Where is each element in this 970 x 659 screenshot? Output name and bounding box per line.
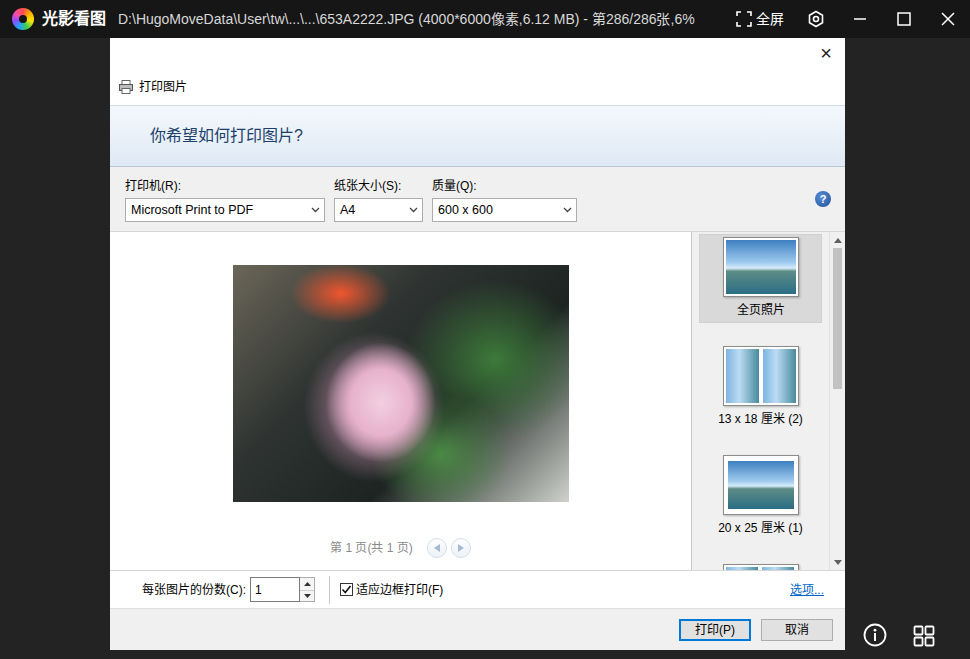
- question-band: 你希望如何打印图片?: [110, 105, 845, 167]
- prev-page-button[interactable]: [427, 538, 447, 558]
- question-text: 你希望如何打印图片?: [150, 124, 303, 148]
- fullscreen-button[interactable]: 全屏: [726, 9, 794, 30]
- cancel-button[interactable]: 取消: [761, 619, 833, 641]
- setting-label: 质量(Q):: [432, 177, 577, 195]
- fullscreen-icon: [736, 11, 752, 27]
- scroll-down-button[interactable]: [830, 554, 845, 570]
- button-bar: 打印(P) 取消: [110, 608, 845, 650]
- viewer-right: [845, 38, 970, 659]
- printer-icon: [118, 79, 134, 95]
- spin-down-icon: [304, 594, 311, 598]
- close-icon: [941, 12, 955, 26]
- layout-option[interactable]: 全页照片: [699, 234, 822, 323]
- page-nav-buttons: [427, 538, 471, 558]
- setting-field: 纸张大小(S): A4: [334, 177, 423, 222]
- dialog-main: 第 1 页(共 1 页) 全页照片 13 x 18 厘米 (2) 20 x 25 厘…: [110, 232, 845, 570]
- file-title: D:\HugoMoveData\User\tw\...\...\653A2222…: [118, 9, 726, 30]
- layout-option[interactable]: 13 x 18 厘米 (2): [699, 343, 822, 432]
- layout-thumbnail: [723, 237, 799, 297]
- copies-label: 每张图片的份数(C):: [142, 581, 246, 599]
- layout-photo: [726, 240, 796, 294]
- spin-up-button[interactable]: [300, 578, 314, 590]
- settings-button[interactable]: [794, 0, 838, 38]
- print-dialog: × 打印图片 你希望如何打印图片? 打印机(R): Microsoft Print…: [110, 38, 845, 650]
- layout-thumbnail: [723, 455, 799, 515]
- layout-label: 13 x 18 厘米 (2): [718, 410, 803, 428]
- layout-option[interactable]: [699, 561, 822, 570]
- layout-photo: [763, 349, 796, 403]
- setting-dropdown[interactable]: 600 x 600: [432, 198, 577, 222]
- viewer-left: [0, 38, 110, 659]
- page-indicator: 第 1 页(共 1 页): [330, 539, 413, 557]
- scroll-up-icon: [834, 238, 842, 243]
- preview-pane: 第 1 页(共 1 页): [110, 232, 692, 570]
- title-bar: 光影看图 D:\HugoMoveData\User\tw\...\...\653…: [0, 0, 970, 38]
- setting-dropdown[interactable]: Microsoft Print to PDF: [125, 198, 325, 222]
- options-link[interactable]: 选项...: [790, 581, 824, 599]
- close-button[interactable]: [926, 0, 970, 38]
- help-button[interactable]: ?: [815, 191, 831, 207]
- dropdown-arrow-icon: [409, 207, 418, 213]
- layout-thumbnail: [723, 346, 799, 406]
- scroll-track[interactable]: [830, 248, 845, 554]
- dropdown-arrow-icon: [311, 207, 320, 213]
- setting-label: 纸张大小(S):: [334, 177, 423, 195]
- minimize-icon: [853, 12, 867, 26]
- layout-option[interactable]: 20 x 25 厘米 (1): [699, 452, 822, 541]
- layout-photo: [726, 349, 759, 403]
- dialog-header-title: 打印图片: [139, 78, 187, 96]
- options-divider: [329, 576, 330, 604]
- setting-field: 打印机(R): Microsoft Print to PDF: [125, 177, 325, 222]
- page-navigation: 第 1 页(共 1 页): [330, 538, 471, 558]
- spin-up-icon: [304, 582, 311, 586]
- thumbnails-grid-icon[interactable]: [913, 625, 935, 647]
- layout-label: 20 x 25 厘米 (1): [718, 519, 803, 537]
- app-logo-icon: [12, 8, 34, 30]
- title-controls: 全屏: [726, 0, 970, 38]
- dialog-close-button[interactable]: ×: [815, 41, 837, 65]
- dropdown-arrow-icon: [563, 207, 572, 213]
- setting-field: 质量(Q): 600 x 600: [432, 177, 577, 222]
- copies-spinner[interactable]: [300, 577, 315, 602]
- print-settings: 打印机(R): Microsoft Print to PDF 纸张大小(S): A4 质…: [110, 167, 845, 232]
- minimize-button[interactable]: [838, 0, 882, 38]
- setting-value: Microsoft Print to PDF: [131, 201, 253, 220]
- checkmark-icon: [341, 584, 352, 595]
- print-button[interactable]: 打印(P): [679, 619, 751, 641]
- fit-checkbox[interactable]: [340, 583, 353, 596]
- photo-preview: [233, 265, 569, 502]
- next-arrow-icon: [457, 543, 465, 553]
- scroll-thumb[interactable]: [833, 248, 842, 389]
- maximize-button[interactable]: [882, 0, 926, 38]
- app-name: 光影看图: [42, 7, 106, 31]
- fit-label[interactable]: 适应边框打印(F): [356, 581, 443, 599]
- spin-down-button[interactable]: [300, 590, 314, 602]
- setting-value: 600 x 600: [438, 201, 493, 220]
- app-window: 光影看图 D:\HugoMoveData\User\tw\...\...\653…: [0, 0, 970, 659]
- dialog-header: 打印图片: [110, 68, 845, 105]
- dialog-top: ×: [110, 38, 845, 68]
- layout-panel: 全页照片 13 x 18 厘米 (2) 20 x 25 厘米 (1): [692, 232, 845, 570]
- scroll-up-button[interactable]: [830, 232, 845, 248]
- viewer-area: × 打印图片 你希望如何打印图片? 打印机(R): Microsoft Print…: [0, 38, 970, 659]
- layout-list: 全页照片 13 x 18 厘米 (2) 20 x 25 厘米 (1): [692, 232, 829, 570]
- maximize-icon: [897, 12, 911, 26]
- scroll-down-icon: [834, 560, 842, 565]
- fit-checkbox-row[interactable]: 适应边框打印(F): [340, 581, 443, 599]
- layout-scrollbar[interactable]: [829, 232, 845, 570]
- settings-icon: [807, 10, 825, 28]
- options-row: 每张图片的份数(C): 适应边框打印(F) 选项...: [110, 570, 845, 608]
- copies-input[interactable]: [250, 577, 300, 602]
- layout-label: 全页照片: [737, 301, 785, 319]
- setting-value: A4: [340, 201, 355, 220]
- next-page-button[interactable]: [451, 538, 471, 558]
- setting-label: 打印机(R):: [125, 177, 325, 195]
- info-icon[interactable]: [863, 623, 887, 647]
- prev-arrow-icon: [433, 543, 441, 553]
- layout-photo: [728, 461, 794, 509]
- fullscreen-label: 全屏: [756, 9, 784, 30]
- setting-dropdown[interactable]: A4: [334, 198, 423, 222]
